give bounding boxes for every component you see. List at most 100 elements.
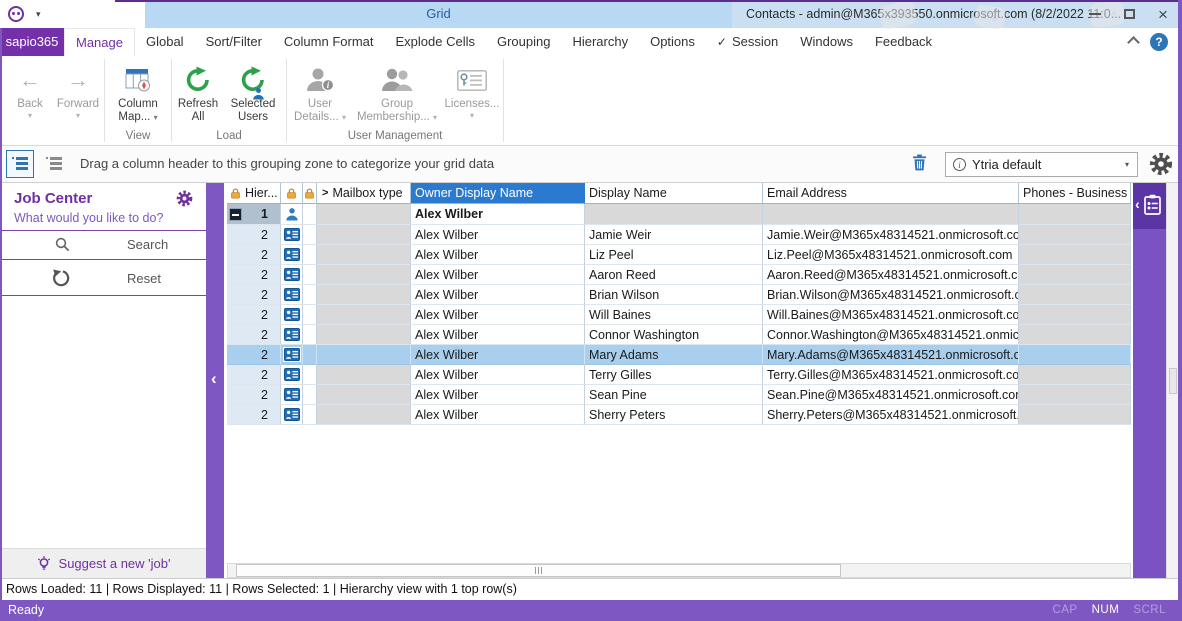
table-row[interactable]: 2Alex WilberSherry PetersSherry.Peters@M… [227,405,1131,425]
tab-grouping[interactable]: Grouping [486,28,561,56]
grid-template-select[interactable]: i Ytria default ▾ [945,152,1138,177]
tab-global[interactable]: Global [135,28,195,56]
cell-phones-business[interactable] [1019,225,1131,245]
cell-phones-business[interactable] [1019,325,1131,345]
cell-type-icon[interactable] [281,285,303,305]
cell-lock[interactable] [303,365,317,385]
cell-mailbox-type[interactable] [317,245,411,265]
cell-type-icon[interactable] [281,385,303,405]
cell-hierarchy[interactable]: 2 [227,325,281,345]
table-row[interactable]: 2 Alex WilberConnor WashingtonConnor.Wash… [227,325,1131,345]
cell-hierarchy[interactable]: 2 [227,225,281,245]
table-row[interactable]: 2Alex WilberSean PineSean.Pine@M365x4831… [227,385,1131,405]
cell-phones-business[interactable] [1019,365,1131,385]
column-header-lock-1[interactable] [281,183,303,204]
table-row-selected[interactable]: 2Alex WilberMary AdamsMary.Adams@M365x48… [227,345,1131,365]
close-button[interactable]: × [1154,5,1172,23]
cell-email-address[interactable]: Aaron.Reed@M365x48314521.onmicrosoft.com [763,265,1019,285]
cell-lock[interactable] [303,265,317,285]
tab-sort-filter[interactable]: Sort/Filter [195,28,273,56]
cell-hierarchy[interactable]: 2 [227,385,281,405]
tab-sapio365[interactable]: sapio365 [0,28,64,56]
cell-phones-business[interactable] [1019,204,1131,225]
cell-owner-display-name[interactable]: Alex Wilber [411,365,585,385]
cell-hierarchy[interactable]: 2 [227,365,281,385]
cell-type-icon[interactable] [281,305,303,325]
cell-lock[interactable] [303,305,317,325]
cell-display-name[interactable]: Aaron Reed [585,265,763,285]
cell-hierarchy[interactable]: 2 [227,285,281,305]
table-row[interactable]: 2 Alex WilberTerry GillesTerry.Gilles@M36… [227,365,1131,385]
table-row[interactable]: 2Alex WilberJamie WeirJamie.Weir@M365x48… [227,225,1131,245]
cell-lock[interactable] [303,285,317,305]
horizontal-scrollbar[interactable] [227,563,1131,578]
tab-manage[interactable]: Manage [64,28,135,56]
group-membership-button[interactable]: Group Membership... ▾ [351,60,443,130]
cell-mailbox-type[interactable] [317,285,411,305]
table-row[interactable]: 2 Alex WilberLiz PeelLiz.Peel@M365x483145… [227,245,1131,265]
table-row[interactable]: 2Alex WilberBrian WilsonBrian.Wilson@M36… [227,285,1131,305]
cell-type-icon[interactable] [281,245,303,265]
selected-users-button[interactable]: Selected Users [222,60,284,130]
cell-display-name[interactable]: Terry Gilles [585,365,763,385]
refresh-all-button[interactable]: Refresh All [174,60,222,130]
table-row[interactable]: 2Alex WilberAaron ReedAaron.Reed@M365x48… [227,265,1131,285]
cell-email-address[interactable]: Terry.Gilles@M365x48314521.onmicrosoft.c… [763,365,1019,385]
cell-owner-display-name[interactable]: Alex Wilber [411,225,585,245]
cell-email-address[interactable]: Mary.Adams@M365x48314521.onmicrosoft.com [763,345,1019,365]
cell-owner-display-name[interactable]: Alex Wilber [411,385,585,405]
cell-mailbox-type[interactable] [317,265,411,285]
column-map-button[interactable]: Column Map... ▾ [107,60,169,130]
cell-phones-business[interactable] [1019,385,1131,405]
cell-owner-display-name[interactable]: Alex Wilber [411,245,585,265]
vertical-scrollbar[interactable] [1166,183,1178,578]
collapse-group-button[interactable] [229,208,242,221]
tab-feedback[interactable]: Feedback [864,28,943,56]
minimize-button[interactable] [1086,5,1104,23]
cell-email-address[interactable]: Sean.Pine@M365x48314521.onmicrosoft.com [763,385,1019,405]
column-header-owner-display-name[interactable]: Owner Display Name [411,183,585,204]
horizontal-scrollbar-thumb[interactable] [236,564,841,577]
column-header-phones-business[interactable]: Phones - Business [1019,183,1131,204]
job-center-settings-button[interactable] [176,190,193,212]
column-header-email-address[interactable]: Email Address [763,183,1019,204]
cell-hierarchy[interactable]: 2 [227,305,281,325]
cell-display-name[interactable]: Connor Washington [585,325,763,345]
cell-owner-display-name[interactable]: Alex Wilber [411,305,585,325]
template-info-icon[interactable]: i [953,158,966,171]
cell-owner-display-name[interactable]: Alex Wilber [411,345,585,365]
tab-explode-cells[interactable]: Explode Cells [384,28,486,56]
cell-email-address[interactable]: Will.Baines@M365x48314521.onmicrosoft.co… [763,305,1019,325]
column-header-lock-2[interactable] [303,183,317,204]
licenses-button[interactable]: Licenses... ▾ [443,60,501,130]
cell-mailbox-type[interactable] [317,365,411,385]
cell-owner-display-name[interactable]: Alex Wilber [411,405,585,425]
cell-lock[interactable] [303,204,317,225]
cell-email-address[interactable] [763,204,1019,225]
cell-owner-display-name[interactable]: Alex Wilber [411,265,585,285]
cell-lock[interactable] [303,385,317,405]
search-input[interactable]: Search [127,237,168,252]
cell-type-icon[interactable] [281,225,303,245]
forward-button[interactable]: → Forward ▾ [54,60,102,142]
cell-mailbox-type[interactable] [317,305,411,325]
maximize-button[interactable] [1120,5,1138,23]
cell-type-icon[interactable] [281,345,303,365]
cell-email-address[interactable]: Liz.Peel@M365x48314521.onmicrosoft.com [763,245,1019,265]
cell-mailbox-type[interactable] [317,325,411,345]
cell-hierarchy[interactable]: 2 [227,245,281,265]
cell-display-name[interactable]: Sherry Peters [585,405,763,425]
vertical-scrollbar-thumb[interactable] [1169,368,1177,394]
cell-owner-display-name[interactable]: Alex Wilber [411,325,585,345]
cell-display-name[interactable]: Liz Peel [585,245,763,265]
cell-mailbox-type[interactable] [317,345,411,365]
user-details-button[interactable]: User Details... ▾ [289,60,351,130]
cell-email-address[interactable]: Connor.Washington@M365x48314521.onmicros… [763,325,1019,345]
column-header-hierarchy[interactable]: Hier... [227,183,281,204]
column-header-mailbox-type[interactable]: > Mailbox type [317,183,411,204]
cell-type-icon[interactable] [281,365,303,385]
cell-hierarchy[interactable]: 1 [227,204,281,225]
tab-hierarchy[interactable]: Hierarchy [561,28,639,56]
cell-owner-display-name[interactable]: Alex Wilber [411,204,585,225]
tab-windows[interactable]: Windows [789,28,864,56]
